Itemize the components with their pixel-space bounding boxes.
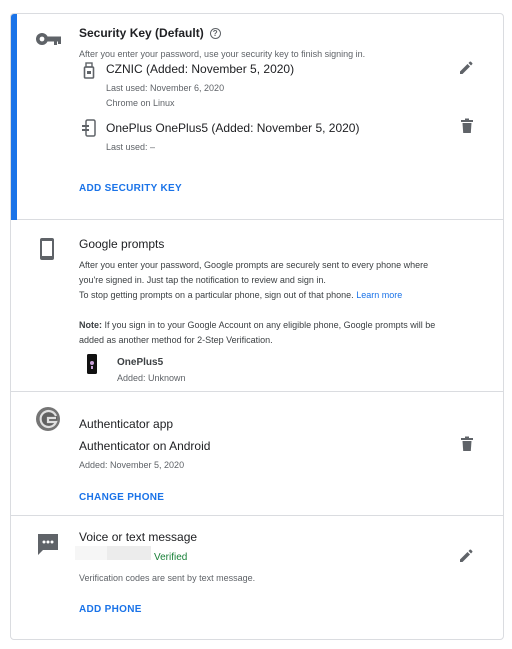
edit-icon[interactable] bbox=[456, 546, 476, 566]
security-key-1-last-used: Last used: November 6, 2020 bbox=[106, 83, 225, 93]
authenticator-title: Authenticator app bbox=[79, 417, 174, 431]
help-icon[interactable]: ? bbox=[209, 28, 221, 39]
authenticator-added: Added: November 5, 2020 bbox=[79, 460, 185, 470]
prompt-device-added: Added: Unknown bbox=[117, 373, 186, 383]
masked-phone-number bbox=[75, 546, 107, 560]
google-prompts-section: Google prompts After you enter your pass… bbox=[11, 220, 503, 392]
verified-status: Verified bbox=[154, 552, 188, 563]
phone-icon bbox=[39, 237, 55, 266]
google-prompts-title: Google prompts bbox=[79, 237, 165, 251]
add-security-key-button[interactable]: ADD SECURITY KEY bbox=[79, 183, 182, 194]
phone-key-icon bbox=[81, 119, 97, 142]
authenticator-device: Authenticator on Android bbox=[79, 439, 211, 453]
security-key-2-last-used: Last used: – bbox=[106, 142, 156, 152]
security-key-title-text: Security Key (Default) bbox=[79, 26, 204, 40]
google-prompts-line-2: you're signed in. Just tap the notificat… bbox=[79, 275, 326, 285]
google-prompts-note-1: Note: If you sign in to your Google Acco… bbox=[79, 318, 435, 333]
security-key-1-browser: Chrome on Linux bbox=[106, 98, 175, 108]
learn-more-link[interactable]: Learn more bbox=[356, 290, 402, 300]
usb-key-icon bbox=[83, 62, 95, 85]
add-phone-button[interactable]: ADD PHONE bbox=[79, 604, 142, 615]
note-label: Note: bbox=[79, 320, 102, 330]
masked-phone-number-part bbox=[107, 546, 151, 560]
message-icon bbox=[36, 532, 60, 561]
google-prompts-line-1: After you enter your password, Google pr… bbox=[79, 260, 429, 270]
default-accent-bar bbox=[11, 14, 17, 220]
sms-description: Verification codes are sent by text mess… bbox=[79, 573, 256, 583]
security-key-section: Security Key (Default)? After you enter … bbox=[11, 14, 503, 220]
delete-icon[interactable] bbox=[457, 116, 477, 136]
key-icon bbox=[35, 30, 63, 53]
google-prompts-line-3: To stop getting prompts on a particular … bbox=[79, 288, 402, 303]
prompt-device-name: OnePlus5 bbox=[117, 357, 164, 368]
change-phone-button[interactable]: CHANGE PHONE bbox=[79, 492, 164, 503]
sms-section: Voice or text message Verified Verificat… bbox=[11, 516, 503, 639]
google-prompts-line-3-text: To stop getting prompts on a particular … bbox=[79, 290, 354, 300]
google-prompts-note-2: added as another method for 2-Step Verif… bbox=[79, 335, 273, 345]
edit-icon[interactable] bbox=[456, 58, 476, 78]
security-key-1-name: CZNIC (Added: November 5, 2020) bbox=[106, 62, 295, 76]
two-step-methods-card: Security Key (Default)? After you enter … bbox=[10, 13, 504, 640]
authenticator-section: Authenticator app Authenticator on Andro… bbox=[11, 392, 503, 516]
sms-title: Voice or text message bbox=[79, 530, 198, 544]
delete-icon[interactable] bbox=[457, 434, 477, 454]
security-key-description: After you enter your password, use your … bbox=[79, 49, 366, 59]
phone-thumbnail-icon bbox=[87, 354, 97, 379]
note-line-1-text: If you sign in to your Google Account on… bbox=[102, 320, 436, 330]
authenticator-icon bbox=[35, 406, 61, 437]
security-key-2-name: OnePlus OnePlus5 (Added: November 5, 202… bbox=[106, 121, 360, 135]
security-key-title: Security Key (Default)? bbox=[79, 26, 221, 40]
